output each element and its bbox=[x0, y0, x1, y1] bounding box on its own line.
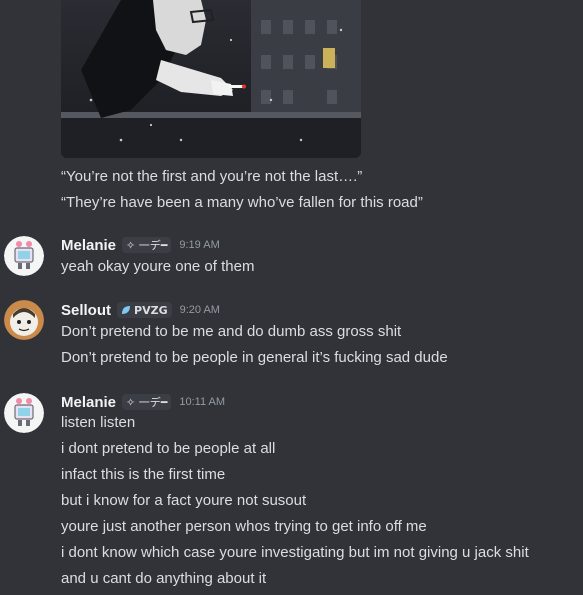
server-tag[interactable]: PVZG bbox=[117, 302, 172, 318]
username[interactable]: Melanie bbox=[61, 237, 116, 254]
embed-quote-2: “They’re have been a many who’ve fallen … bbox=[61, 194, 423, 211]
timestamp[interactable]: 10:11 AM bbox=[179, 396, 225, 408]
avatar-image bbox=[4, 300, 44, 340]
embed-quote-1: “You’re not the first and you’re not the… bbox=[61, 168, 363, 185]
username[interactable]: Sellout bbox=[61, 302, 111, 319]
message-line: Don’t pretend to be people in general it… bbox=[61, 349, 448, 366]
avatar-melanie[interactable] bbox=[4, 236, 44, 276]
avatar-melanie[interactable] bbox=[4, 393, 44, 433]
message-line: youre just another person whos trying to… bbox=[61, 518, 427, 535]
message-line: infact this is the first time bbox=[61, 466, 226, 483]
avatar-sellout[interactable] bbox=[4, 300, 44, 340]
timestamp[interactable]: 9:19 AM bbox=[179, 239, 219, 251]
message-line: listen listen bbox=[61, 414, 136, 431]
server-tag[interactable]: ✧ 一デ━ bbox=[122, 237, 172, 253]
message-line: i dont pretend to be people at all bbox=[61, 440, 276, 457]
message-header: Melanie ✧ 一デ━ 9:19 AM bbox=[61, 235, 220, 255]
timestamp[interactable]: 9:20 AM bbox=[180, 304, 220, 316]
message-header: Sellout PVZG 9:20 AM bbox=[61, 300, 220, 320]
server-tag[interactable]: ✧ 一デ━ bbox=[122, 394, 172, 410]
server-tag-label: PVZG bbox=[134, 303, 168, 317]
embedded-image[interactable] bbox=[61, 0, 361, 158]
message-line: and u cant do anything about it bbox=[61, 570, 267, 587]
message-line: but i know for a fact youre not susout bbox=[61, 492, 307, 509]
leaf-icon bbox=[122, 306, 131, 314]
username[interactable]: Melanie bbox=[61, 394, 116, 411]
message-header: Melanie ✧ 一デ━ 10:11 AM bbox=[61, 392, 225, 412]
message-line: i dont know which case youre investigati… bbox=[61, 544, 529, 561]
embedded-image-art bbox=[61, 0, 361, 158]
avatar-image bbox=[4, 236, 44, 276]
message-line: Don’t pretend to be me and do dumb ass g… bbox=[61, 323, 402, 340]
message-line: yeah okay youre one of them bbox=[61, 258, 255, 275]
avatar-image bbox=[4, 393, 44, 433]
